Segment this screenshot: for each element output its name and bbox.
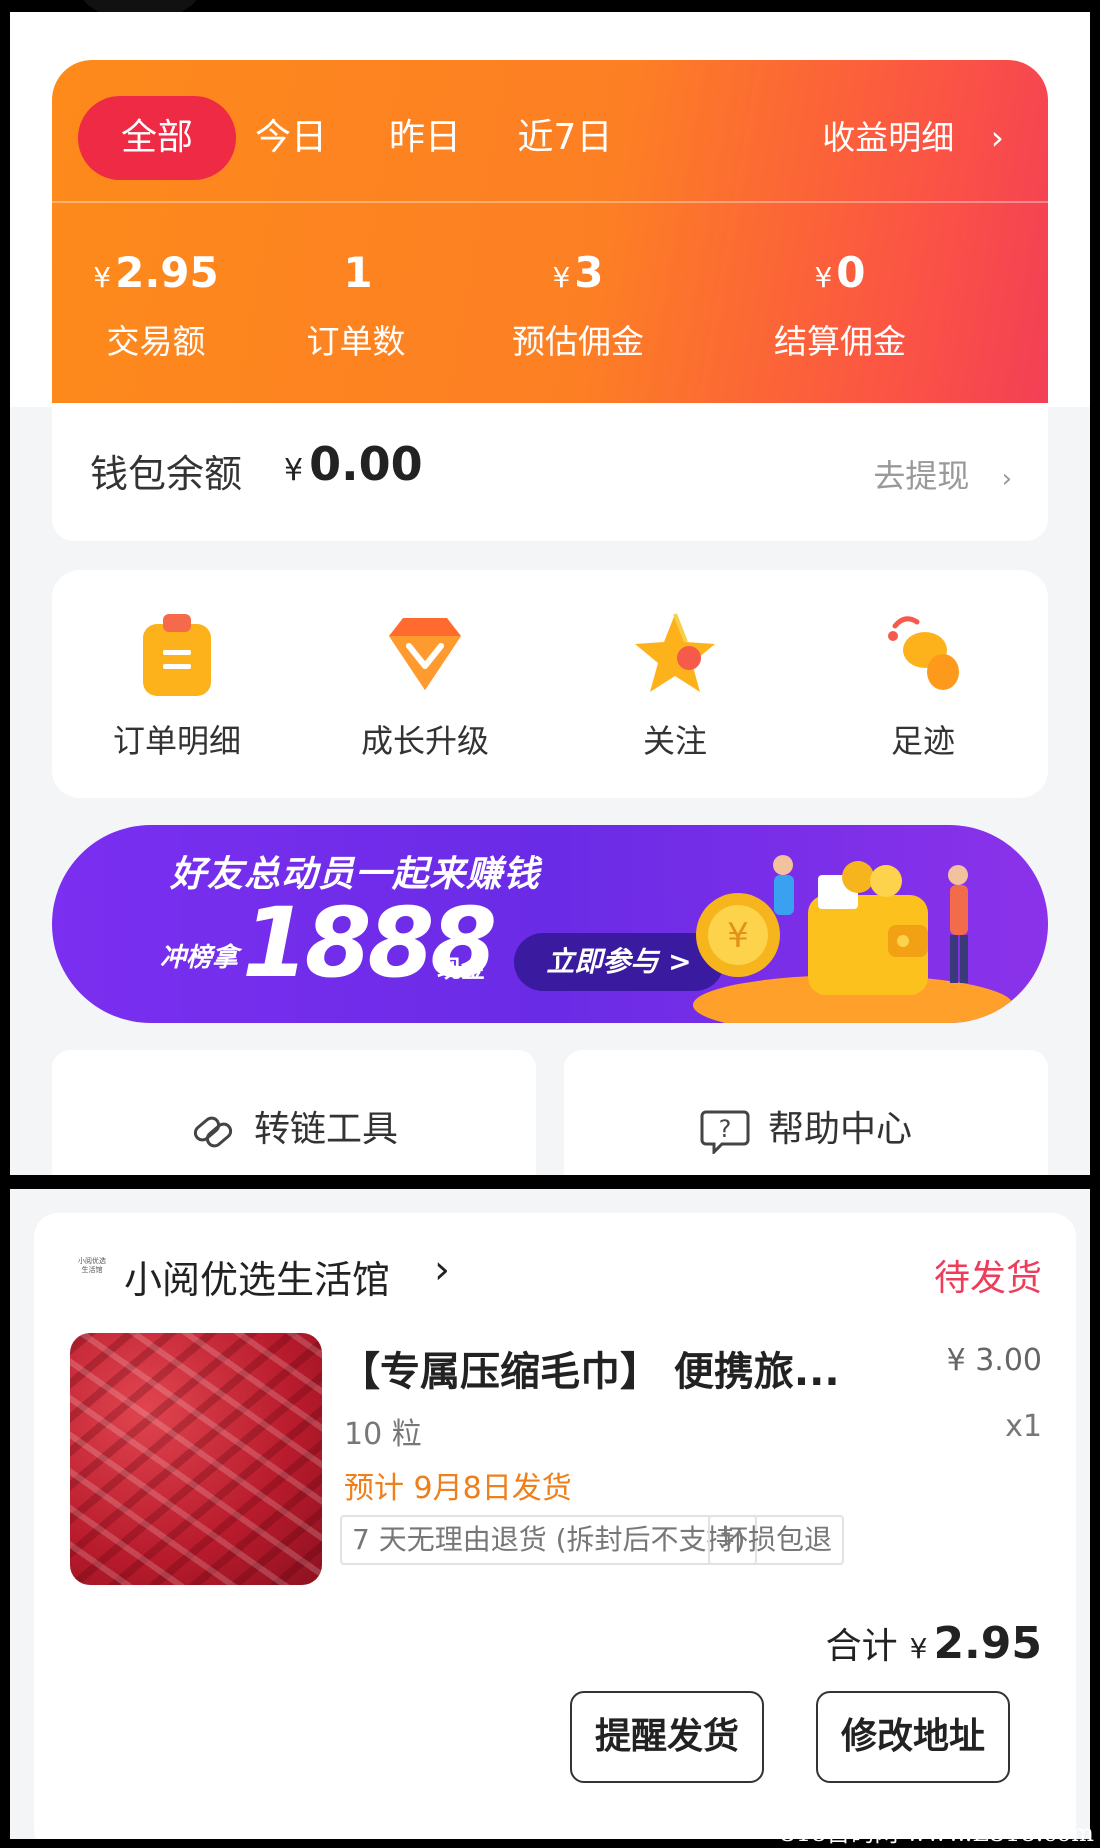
order-screen: 小阅优选 生活馆 小阅优选生活馆 › 待发货 【专属压缩毛巾】 便携旅... ¥… bbox=[10, 1189, 1090, 1839]
help-icon: ? bbox=[700, 1110, 750, 1156]
wallet-amount: ¥0.00 bbox=[284, 437, 423, 491]
stat-value: ¥3 bbox=[552, 248, 604, 297]
link-tool: 转链工具 bbox=[52, 1100, 536, 1154]
total-value: 2.95 bbox=[933, 1618, 1042, 1669]
earnings-screen: 全部 今日 昨日 近7日 收益明细 › ¥2.95 交易额 1 订单数 ¥3 预… bbox=[10, 0, 1090, 1175]
help-center-label: 帮助中心 bbox=[767, 1109, 912, 1150]
chevron-right-icon: › bbox=[990, 118, 1004, 157]
shortcut-growth-upgrade[interactable]: 成长升级 bbox=[300, 606, 550, 762]
product-title[interactable]: 【专属压缩毛巾】 便携旅... bbox=[340, 1339, 840, 1397]
help-center-card[interactable]: ? 帮助中心 bbox=[564, 1050, 1048, 1175]
stat-label: 交易额 bbox=[106, 322, 206, 361]
tab-yesterday[interactable]: 昨日 bbox=[370, 96, 480, 180]
withdraw-label: 去提现 bbox=[873, 457, 970, 495]
banner-cash-text: 现金 bbox=[437, 955, 485, 983]
shop-logo: 小阅优选 生活馆 bbox=[78, 1257, 106, 1274]
stat-trade-amount: ¥2.95 交易额 bbox=[56, 245, 256, 363]
footprint-icon bbox=[888, 616, 959, 690]
period-tabs: 全部 今日 昨日 近7日 收益明细 › bbox=[52, 60, 1048, 202]
stat-value: 1 bbox=[343, 248, 373, 297]
stat-label: 预估佣金 bbox=[512, 322, 644, 361]
shipping-estimate: 预计 9月8日发货 bbox=[344, 1471, 572, 1506]
shortcut-label: 成长升级 bbox=[360, 722, 489, 760]
order-card: 小阅优选 生活馆 小阅优选生活馆 › 待发货 【专属压缩毛巾】 便携旅... ¥… bbox=[34, 1213, 1076, 1839]
stat-label: 订单数 bbox=[306, 322, 406, 361]
watermark: 318首码网 www.E318.com bbox=[780, 1819, 1094, 1847]
shortcut-footprint[interactable]: 足迹 bbox=[798, 606, 1048, 762]
chevron-right-icon[interactable]: › bbox=[434, 1247, 450, 1293]
wallet-label: 钱包余额 bbox=[90, 452, 243, 496]
help-center: ? 帮助中心 bbox=[564, 1100, 1048, 1156]
divider bbox=[52, 201, 1048, 203]
withdraw-link[interactable]: 去提现 › bbox=[873, 451, 1012, 497]
tab-last-7-days[interactable]: 近7日 bbox=[500, 96, 630, 180]
earnings-detail-label: 收益明细 bbox=[822, 118, 955, 157]
stat-settled-commission: ¥0 结算佣金 bbox=[740, 245, 940, 363]
product-thumbnail[interactable] bbox=[70, 1333, 322, 1585]
stat-estimated-commission: ¥3 预估佣金 bbox=[478, 245, 678, 363]
stat-value: ¥2.95 bbox=[93, 248, 219, 297]
shortcut-follow[interactable]: 关注 bbox=[550, 606, 800, 762]
stat-order-count: 1 订单数 bbox=[256, 245, 456, 363]
diamond-icon bbox=[389, 618, 461, 690]
svg-text:¥: ¥ bbox=[727, 916, 749, 956]
tab-all[interactable]: 全部 bbox=[78, 96, 236, 180]
shortcuts-card: 订单明细 成长升级 关注 足迹 bbox=[52, 570, 1048, 798]
star-icon bbox=[635, 613, 715, 692]
remind-shipping-button[interactable]: 提醒发货 bbox=[570, 1691, 764, 1783]
return-policy-tag: 7 天无理由退货 (拆封后不支持) bbox=[340, 1515, 758, 1565]
shortcut-label: 足迹 bbox=[890, 722, 955, 760]
link-tool-card[interactable]: 转链工具 bbox=[52, 1050, 536, 1175]
tab-today[interactable]: 今日 bbox=[236, 96, 346, 180]
order-total: 合计 ¥2.95 bbox=[826, 1617, 1042, 1669]
stat-label: 结算佣金 bbox=[774, 322, 906, 361]
damage-refund-tag: 坏损包退 bbox=[708, 1515, 845, 1565]
svg-text:?: ? bbox=[719, 1115, 732, 1143]
product-price: ¥ 3.00 bbox=[946, 1343, 1042, 1378]
shortcut-label: 订单明细 bbox=[112, 722, 241, 760]
product-quantity: x1 bbox=[1005, 1409, 1042, 1444]
wallet-illustration: ¥ bbox=[693, 855, 1013, 1023]
link-tool-label: 转链工具 bbox=[253, 1109, 398, 1150]
stat-value: ¥0 bbox=[814, 248, 866, 297]
wallet-balance-row: 钱包余额 ¥0.00 去提现 › bbox=[52, 403, 1048, 541]
shortcut-label: 关注 bbox=[642, 722, 707, 760]
shop-name[interactable]: 小阅优选生活馆 bbox=[124, 1249, 390, 1304]
total-currency: ¥ bbox=[909, 1632, 928, 1665]
screenshot-separator bbox=[0, 1175, 1100, 1189]
product-spec: 10 粒 bbox=[344, 1417, 422, 1452]
banner-rank-text: 冲榜拿 bbox=[160, 943, 239, 973]
chevron-right-icon: › bbox=[1001, 464, 1012, 494]
total-label: 合计 bbox=[825, 1626, 898, 1667]
earnings-card: 全部 今日 昨日 近7日 收益明细 › ¥2.95 交易额 1 订单数 ¥3 预… bbox=[52, 60, 1048, 403]
shortcut-order-detail[interactable]: 订单明细 bbox=[52, 606, 302, 762]
change-address-button[interactable]: 修改地址 bbox=[816, 1691, 1010, 1783]
link-icon bbox=[193, 1116, 233, 1148]
earnings-detail-link[interactable]: 收益明细 › bbox=[822, 96, 1004, 180]
order-status: 待发货 bbox=[933, 1258, 1042, 1299]
promo-banner[interactable]: 好友总动员一起来赚钱 冲榜拿 1888 现金 立即参与 > ¥ bbox=[52, 825, 1048, 1023]
clipboard-icon bbox=[143, 614, 211, 696]
